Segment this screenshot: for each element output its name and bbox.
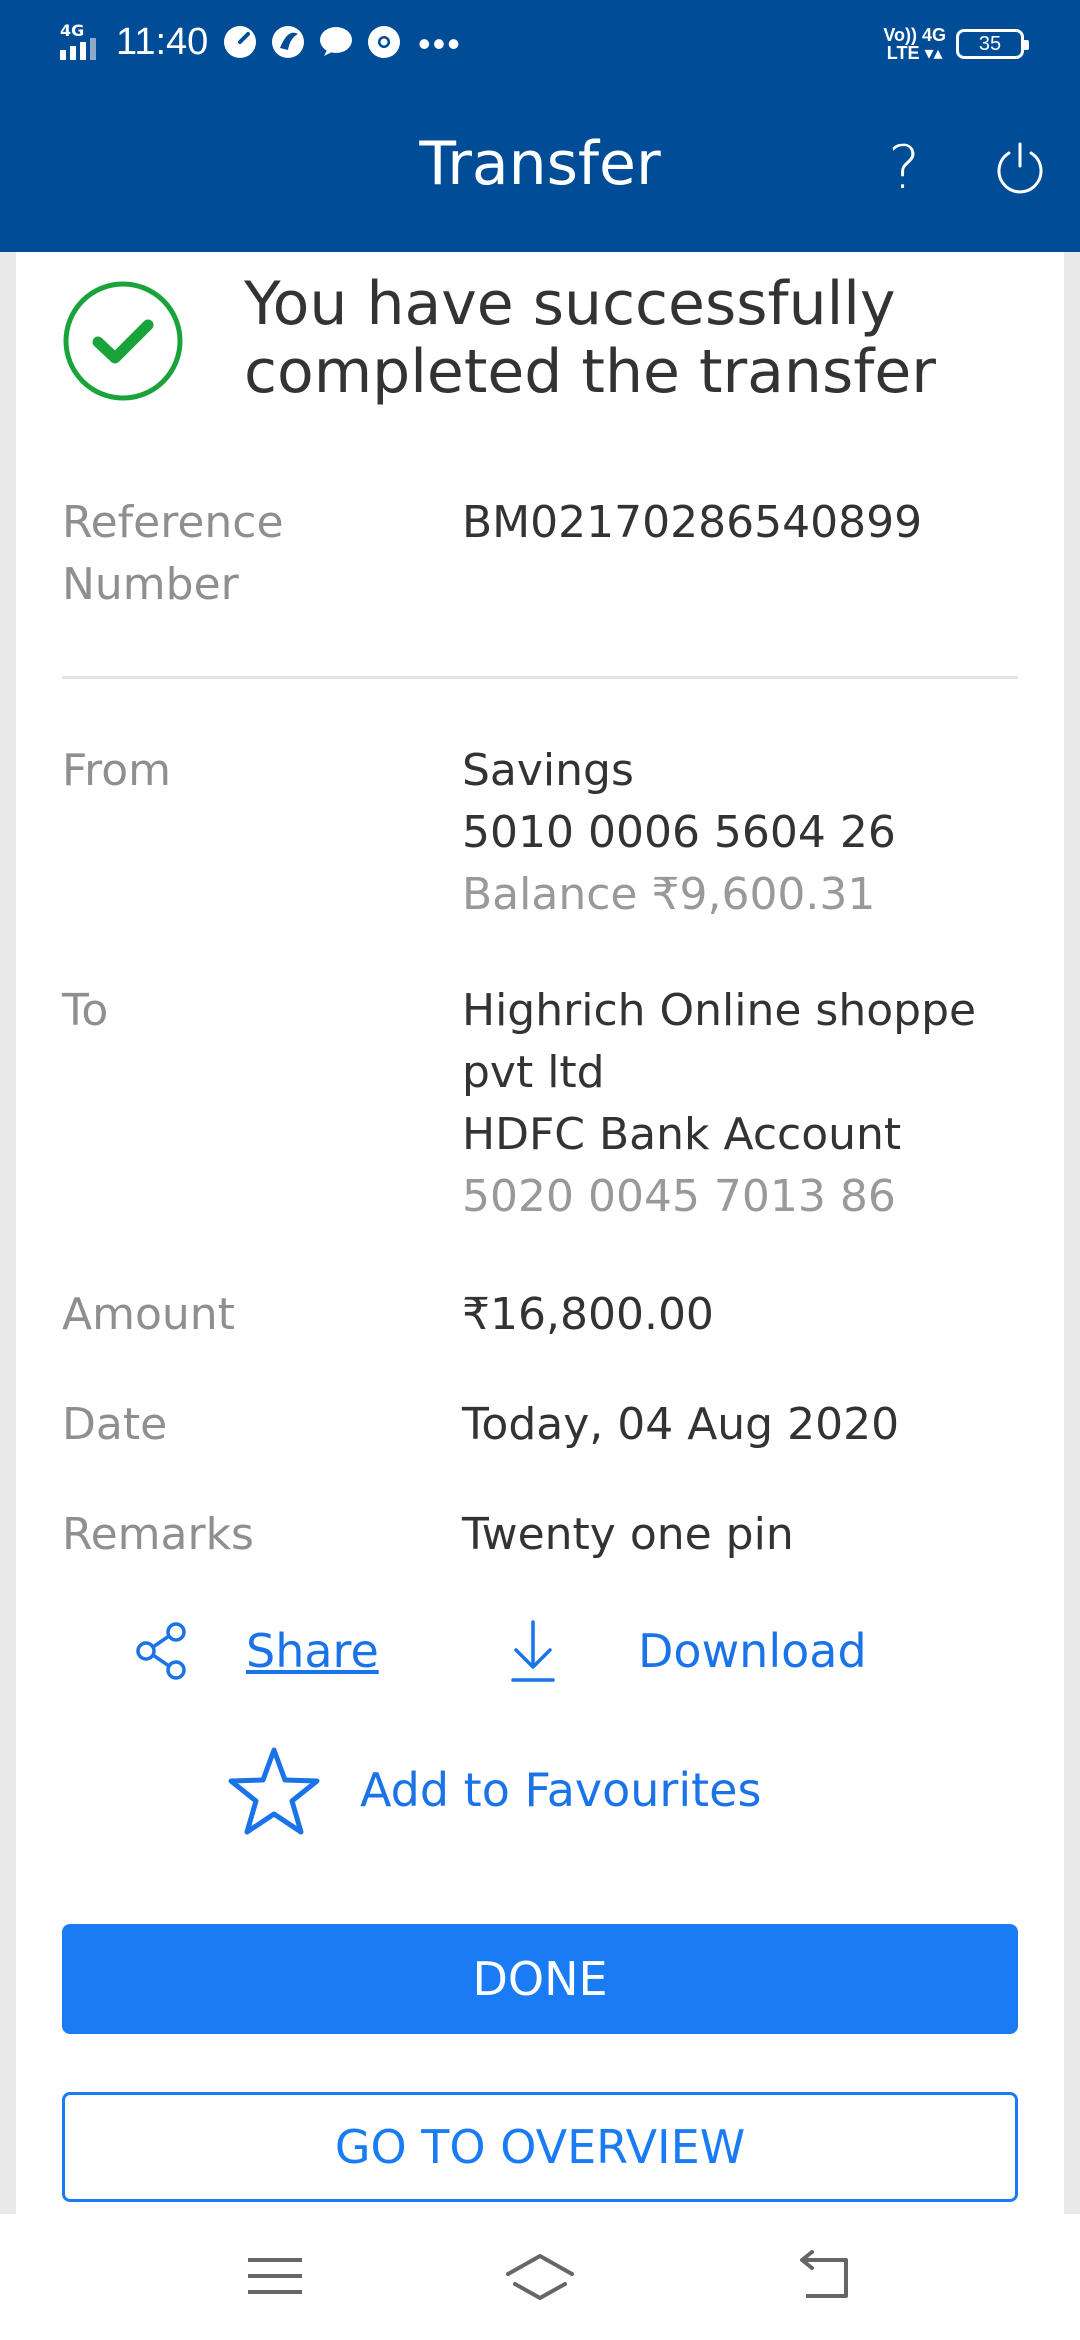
status-bar: 4G 11:40 ••• Vo)) 4G LTE ▾▴ 35 — [0, 0, 1080, 84]
reference-label: Reference Number — [62, 492, 422, 616]
help-icon[interactable]: ? — [876, 132, 932, 204]
add-to-favourites-button[interactable]: Add to Favourites — [226, 1744, 761, 1836]
download-button[interactable]: Download — [508, 1616, 867, 1686]
reference-label-line2: Number — [62, 559, 239, 610]
home-icon[interactable] — [505, 2248, 575, 2304]
done-button[interactable]: DONE — [62, 1924, 1018, 2034]
download-label[interactable]: Download — [638, 1621, 867, 1681]
divider — [62, 676, 1018, 679]
share-icon — [136, 1622, 186, 1680]
volte-icon: Vo)) 4G LTE ▾▴ — [883, 25, 946, 63]
from-label: From — [62, 745, 172, 796]
from-balance: Balance ₹9,600.31 — [462, 869, 876, 920]
menu-icon[interactable] — [240, 2248, 310, 2304]
reference-value: BM02170286540899 — [462, 497, 923, 548]
speedometer-icon — [222, 24, 258, 65]
date-value: Today, 04 Aug 2020 — [462, 1399, 900, 1450]
to-account-number: 5020 0045 7013 86 — [462, 1171, 896, 1222]
network-type-label: 4G — [60, 21, 84, 40]
share-label[interactable]: Share — [246, 1621, 379, 1681]
share-button[interactable]: Share — [132, 1620, 379, 1682]
back-icon[interactable] — [790, 2248, 860, 2304]
battery-icon: 35 — [956, 29, 1029, 59]
status-right: Vo)) 4G LTE ▾▴ 35 — [883, 22, 1029, 66]
signal-icon: 4G — [60, 21, 96, 60]
logout-icon[interactable] — [992, 140, 1048, 196]
app-notification-icon — [270, 24, 306, 65]
from-value: Savings 5010 0006 5604 26 Balance ₹9,600… — [462, 740, 1042, 926]
app-header-area: 4G 11:40 ••• Vo)) 4G LTE ▾▴ 35 Transfer … — [0, 0, 1080, 252]
favourites-label[interactable]: Add to Favourites — [360, 1760, 761, 1820]
remarks-value: Twenty one pin — [462, 1509, 794, 1560]
to-label: To — [62, 985, 109, 1036]
chrome-icon — [366, 24, 402, 65]
system-navigation-bar — [0, 2214, 1080, 2340]
to-name-line1: Highrich Online shoppe — [462, 985, 977, 1036]
to-value: Highrich Online shoppe pvt ltd HDFC Bank… — [462, 980, 1042, 1228]
from-account-number: 5010 0006 5604 26 — [462, 807, 896, 858]
download-icon — [511, 1620, 555, 1682]
message-icon — [318, 24, 354, 65]
more-notifications-icon: ••• — [418, 23, 462, 64]
reference-label-line1: Reference — [62, 497, 284, 548]
from-account-type: Savings — [462, 745, 634, 796]
success-message: You have successfully completed the tran… — [244, 269, 936, 407]
star-icon — [228, 1747, 320, 1835]
amount-value: ₹16,800.00 — [462, 1289, 714, 1340]
transfer-receipt-card: You have successfully completed the tran… — [16, 252, 1064, 2214]
date-label: Date — [62, 1399, 168, 1450]
notification-icons: ••• — [222, 24, 462, 64]
status-time: 11:40 — [116, 21, 209, 63]
go-to-overview-button[interactable]: GO TO OVERVIEW — [62, 2092, 1018, 2202]
remarks-label: Remarks — [62, 1509, 254, 1560]
amount-label: Amount — [62, 1289, 235, 1340]
to-bank: HDFC Bank Account — [462, 1109, 902, 1160]
to-name-line2: pvt ltd — [462, 1047, 605, 1098]
success-check-icon — [63, 281, 183, 401]
